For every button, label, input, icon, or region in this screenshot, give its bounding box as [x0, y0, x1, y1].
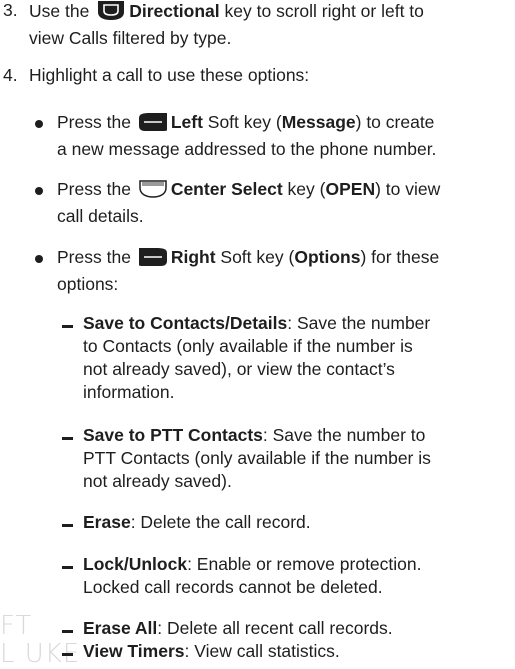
dash-marker	[62, 524, 73, 527]
key-action: Message	[281, 112, 356, 132]
option-name: Save to PTT Contacts	[83, 425, 263, 445]
key-name: Center Select	[170, 179, 283, 199]
bullet-text-mid: key (	[287, 179, 326, 199]
bullet-text-pre: Press the	[57, 112, 131, 132]
step-number: 3.	[3, 0, 18, 20]
option-text: Erase All: Delete all recent call record…	[83, 617, 393, 640]
bullet-text-mid: Soft key (	[207, 112, 282, 132]
bullet-text: Press the Right Soft key (Options) for t…	[57, 246, 439, 296]
step-3: 3. Use the Directional key to scroll rig…	[3, 0, 513, 49]
option-name: Save to Contacts/Details	[83, 313, 288, 333]
option-desc: information.	[83, 382, 175, 402]
option-desc: not already saved).	[83, 471, 232, 491]
option-desc: : Enable or remove protection.	[187, 554, 422, 574]
option-desc: : Delete the call record.	[130, 512, 311, 532]
step-text: Use the Directional key to scroll right …	[29, 0, 424, 50]
option-name: Erase	[83, 512, 131, 532]
option-erase: Erase: Delete the call record.	[61, 511, 513, 535]
bullet-text-line2: options:	[57, 274, 119, 294]
bullet-text-post: ) to view	[375, 179, 441, 199]
option-text: Lock/Unlock: Enable or remove protection…	[83, 553, 422, 599]
bullet-left-soft-key: Press the Left Soft key (Message) to cre…	[35, 111, 513, 159]
bullet-text-pre: Press the	[57, 247, 131, 267]
key-name: Left	[170, 112, 203, 132]
key-action: OPEN	[325, 179, 376, 199]
option-desc: : View call statistics.	[184, 641, 340, 661]
center-select-key-icon	[138, 179, 168, 205]
bullet-center-select-key: Press the Center Select key (OPEN) to vi…	[35, 178, 513, 226]
option-text: Save to Contacts/Details: Save the numbe…	[83, 312, 430, 404]
option-desc: to Contacts (only available if the numbe…	[83, 336, 413, 356]
dash-marker	[62, 566, 73, 569]
option-name: Lock/Unlock	[83, 554, 188, 574]
option-text: Erase: Delete the call record.	[83, 511, 311, 534]
option-desc: : Save the number to	[262, 425, 426, 445]
bullet-marker	[35, 255, 43, 263]
key-action: Options	[294, 247, 361, 267]
right-soft-key-icon	[138, 247, 168, 273]
left-soft-key-icon	[138, 112, 168, 138]
directional-key-icon	[96, 0, 126, 27]
bullet-text-line2: a new message addressed to the phone num…	[57, 139, 437, 159]
step-4: 4. Highlight a call to use these options…	[3, 64, 513, 88]
bullet-text-line2: call details.	[57, 206, 144, 226]
bullet-text-post: ) to create	[355, 112, 435, 132]
option-desc: PTT Contacts (only available if the numb…	[83, 448, 431, 468]
option-erase-all: Erase All: Delete all recent call record…	[61, 617, 513, 641]
option-view-timers: View Timers: View call statistics.	[61, 640, 513, 661]
option-desc: : Delete all recent call records.	[157, 618, 393, 638]
bullet-marker	[35, 120, 43, 128]
dash-marker	[62, 437, 73, 440]
step-text: Highlight a call to use these options:	[29, 65, 310, 85]
option-desc: not already saved), or view the contact’…	[83, 359, 395, 379]
step-text-line2: view Calls filtered by type.	[29, 28, 232, 48]
option-lock-unlock: Lock/Unlock: Enable or remove protection…	[61, 553, 513, 601]
step-text-pre: Use the	[29, 1, 90, 21]
key-name: Right	[170, 247, 216, 267]
dash-marker	[62, 630, 73, 633]
bullet-text-pre: Press the	[57, 179, 131, 199]
bullet-text-post: ) for these	[360, 247, 440, 267]
option-name: Erase All	[83, 618, 158, 638]
option-save-to-ptt-contacts: Save to PTT Contacts: Save the number to…	[61, 424, 513, 494]
dash-marker	[62, 325, 73, 328]
option-name: View Timers	[83, 641, 185, 661]
bullet-text: Press the Center Select key (OPEN) to vi…	[57, 178, 440, 228]
option-text: View Timers: View call statistics.	[83, 640, 340, 663]
bullet-right-soft-key: Press the Right Soft key (Options) for t…	[35, 246, 513, 294]
bullet-text: Press the Left Soft key (Message) to cre…	[57, 111, 436, 161]
dash-marker	[62, 653, 73, 656]
option-save-to-contacts: Save to Contacts/Details: Save the numbe…	[61, 312, 513, 406]
step-number: 4.	[3, 65, 18, 85]
option-text: Save to PTT Contacts: Save the number to…	[83, 424, 431, 493]
option-desc: : Save the number	[287, 313, 431, 333]
bullet-marker	[35, 187, 43, 195]
option-desc: Locked call records cannot be deleted.	[83, 577, 383, 597]
bullet-text-mid: Soft key (	[220, 247, 295, 267]
step-text-post: key to scroll right or left to	[224, 1, 424, 21]
key-name: Directional	[129, 1, 220, 21]
